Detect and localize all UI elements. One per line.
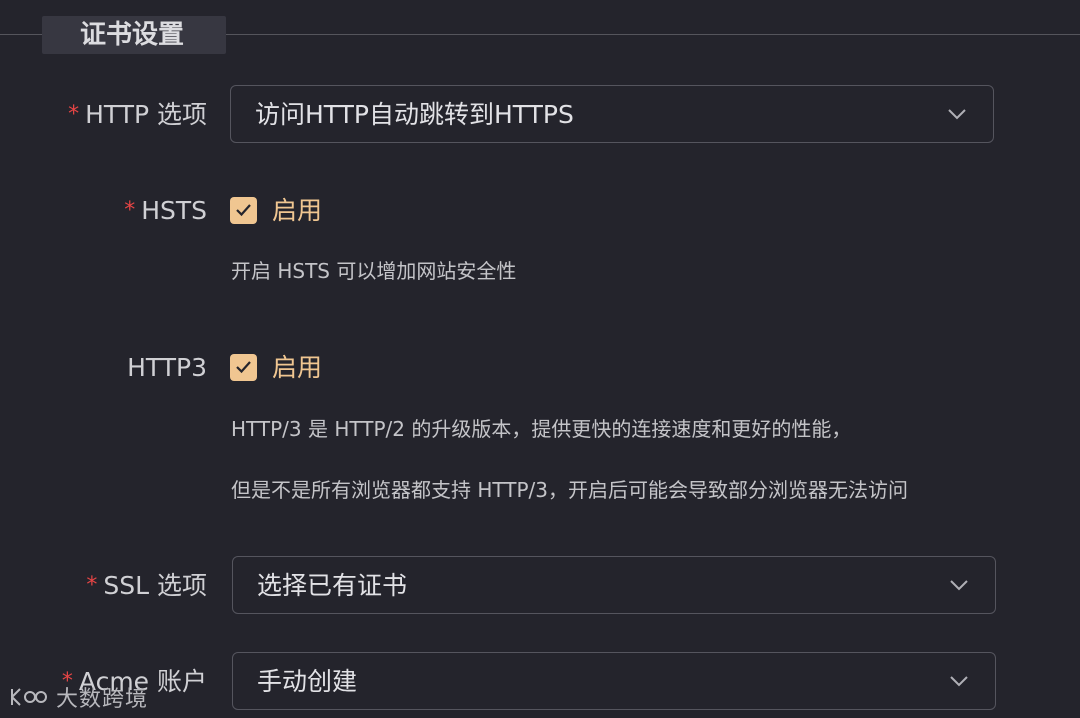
- hsts-checkbox[interactable]: [230, 197, 257, 224]
- acme-account-value: 手动创建: [257, 667, 358, 696]
- http-option-value: 访问HTTP自动跳转到HTTPS: [255, 100, 574, 129]
- required-marker: *: [124, 198, 136, 223]
- http3-hint-line-2: 但是不是所有浏览器都支持 HTTP/3，开启后可能会导致部分浏览器无法访问: [231, 478, 909, 502]
- watermark: 大数跨境: [8, 680, 148, 714]
- hsts-label: * HSTS: [124, 196, 207, 225]
- http-option-select[interactable]: 访问HTTP自动跳转到HTTPS: [230, 85, 994, 143]
- chevron-down-icon: [950, 676, 968, 687]
- required-marker: *: [68, 102, 80, 127]
- http3-hint-line-1: HTTP/3 是 HTTP/2 的升级版本，提供更快的连接速度和更好的性能，: [231, 417, 852, 441]
- chevron-down-icon: [948, 109, 966, 120]
- ssl-option-value: 选择已有证书: [257, 571, 408, 600]
- check-icon: [236, 204, 251, 217]
- watermark-text: 大数跨境: [56, 687, 149, 712]
- http3-label: HTTP3: [127, 353, 207, 382]
- required-marker: *: [86, 573, 98, 598]
- chevron-down-icon: [950, 580, 968, 591]
- hsts-hint: 开启 HSTS 可以增加网站安全性: [231, 259, 517, 283]
- http3-enable-label[interactable]: 启用: [272, 351, 322, 385]
- ssl-option-select[interactable]: 选择已有证书: [232, 556, 996, 614]
- ssl-option-label: * SSL 选项: [86, 571, 207, 600]
- http-option-label: * HTTP 选项: [68, 100, 207, 129]
- http3-checkbox[interactable]: [230, 354, 257, 381]
- hsts-enable-label[interactable]: 启用: [272, 194, 322, 228]
- check-icon: [236, 361, 251, 374]
- section-title: 证书设置: [80, 20, 185, 50]
- watermark-logo-icon: [11, 688, 47, 706]
- acme-account-select[interactable]: 手动创建: [232, 652, 996, 710]
